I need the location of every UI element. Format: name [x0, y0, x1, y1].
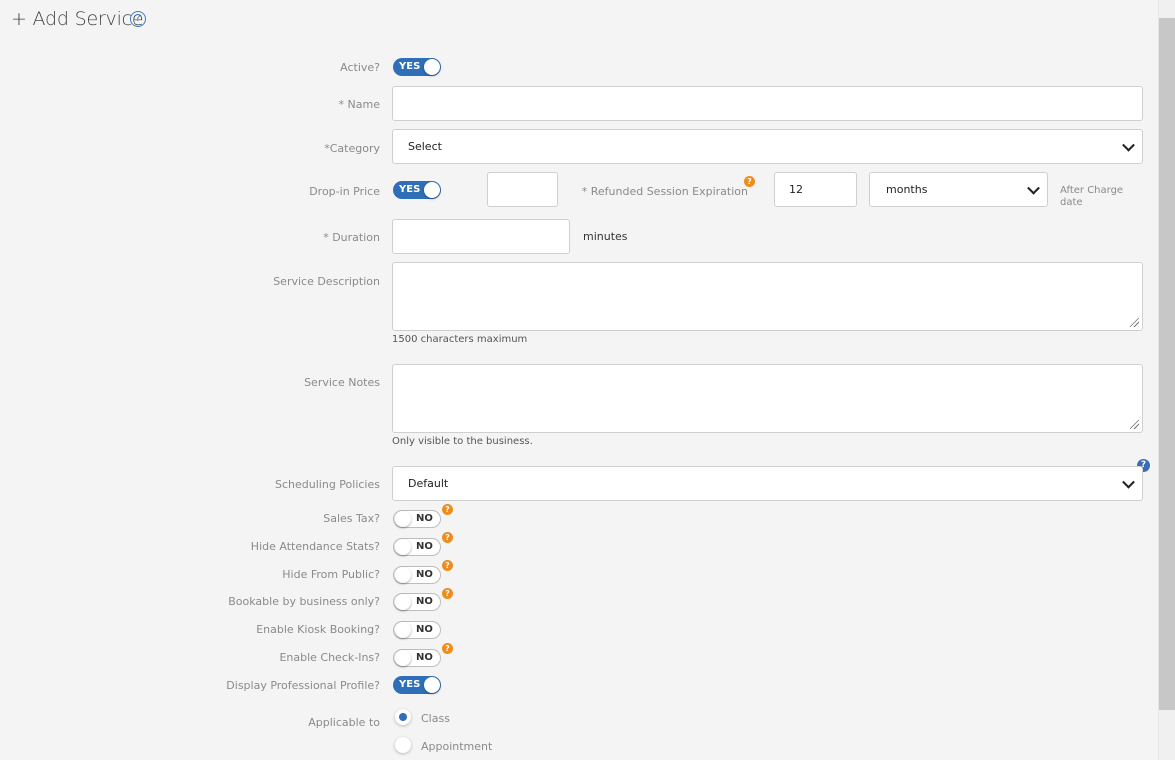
refund-expiration-label: * Refunded Session Expiration — [581, 185, 748, 198]
refund-expiration-input[interactable]: 12 — [774, 172, 857, 207]
kiosk-booking-toggle[interactable]: NO — [393, 621, 441, 639]
bookable-business-toggle[interactable]: NO — [393, 593, 441, 611]
help-icon[interactable]: ? — [442, 588, 453, 599]
name-label: * Name — [338, 98, 380, 111]
applicable-label: Applicable to — [308, 716, 380, 729]
active-label: Active? — [340, 61, 380, 74]
description-textarea[interactable] — [392, 262, 1143, 331]
refund-unit-select[interactable]: months — [869, 172, 1048, 207]
chevron-down-icon — [1122, 475, 1135, 489]
professional-profile-toggle[interactable]: YES — [393, 676, 441, 694]
toggle-knob — [395, 567, 411, 583]
sales-tax-label: Sales Tax? — [323, 512, 380, 525]
hide-attendance-label: Hide Attendance Stats? — [250, 540, 380, 553]
toggle-knob — [424, 677, 440, 693]
check-ins-label: Enable Check-Ins? — [279, 651, 380, 664]
scheduling-select[interactable]: Default — [392, 466, 1143, 501]
scheduling-label: Scheduling Policies — [275, 478, 380, 491]
duration-unit: minutes — [583, 230, 628, 243]
radio-selected-dot — [399, 713, 407, 721]
notes-textarea[interactable] — [392, 364, 1143, 433]
toggle-knob — [424, 182, 440, 198]
hide-attendance-toggle[interactable]: NO — [393, 538, 441, 556]
professional-profile-label: Display Professional Profile? — [226, 679, 380, 692]
dropin-price-input[interactable] — [487, 172, 558, 207]
resize-grip-icon[interactable] — [1130, 420, 1139, 429]
toggle-knob — [395, 622, 411, 638]
chevron-down-icon — [1122, 138, 1135, 152]
toggle-knob — [395, 650, 411, 666]
dropin-price-toggle[interactable]: YES — [393, 181, 441, 199]
radio-class[interactable] — [395, 709, 411, 725]
chevron-down-icon — [1027, 181, 1040, 195]
duration-input[interactable] — [392, 219, 570, 254]
check-ins-toggle[interactable]: NO — [393, 649, 441, 667]
help-icon[interactable]: ? — [442, 504, 453, 515]
toggle-knob — [395, 511, 411, 527]
help-icon[interactable]: ? — [442, 532, 453, 543]
category-label: *Category — [324, 142, 380, 155]
description-label: Service Description — [273, 275, 380, 288]
after-charge-text: After Charge date — [1060, 185, 1124, 208]
toggle-knob — [424, 59, 440, 75]
active-toggle[interactable]: YES — [393, 58, 441, 76]
name-input[interactable] — [392, 86, 1143, 121]
notes-hint: Only visible to the business. — [392, 436, 533, 447]
resize-grip-icon[interactable] — [1130, 318, 1139, 327]
question-circle-icon[interactable]: ? — [130, 11, 146, 27]
radio-appointment-label[interactable]: Appointment — [421, 740, 492, 753]
page-title: + Add Service — [11, 8, 144, 30]
scrollbar-thumb[interactable] — [1159, 18, 1175, 710]
toggle-knob — [395, 594, 411, 610]
kiosk-booking-label: Enable Kiosk Booking? — [256, 623, 380, 636]
help-icon[interactable]: ? — [744, 176, 755, 187]
help-icon[interactable]: ? — [442, 560, 453, 571]
description-hint: 1500 characters maximum — [392, 334, 528, 345]
hide-public-toggle[interactable]: NO — [393, 566, 441, 584]
notes-label: Service Notes — [304, 376, 380, 389]
duration-label: * Duration — [323, 231, 380, 244]
radio-class-label[interactable]: Class — [421, 712, 450, 725]
bookable-business-label: Bookable by business only? — [228, 595, 380, 608]
toggle-knob — [395, 539, 411, 555]
radio-appointment[interactable] — [395, 737, 411, 753]
hide-public-label: Hide From Public? — [282, 568, 380, 581]
category-select[interactable]: Select — [392, 129, 1143, 164]
sales-tax-toggle[interactable]: NO — [393, 510, 441, 528]
dropin-price-label: Drop-in Price — [309, 185, 380, 198]
help-icon[interactable]: ? — [442, 643, 453, 654]
